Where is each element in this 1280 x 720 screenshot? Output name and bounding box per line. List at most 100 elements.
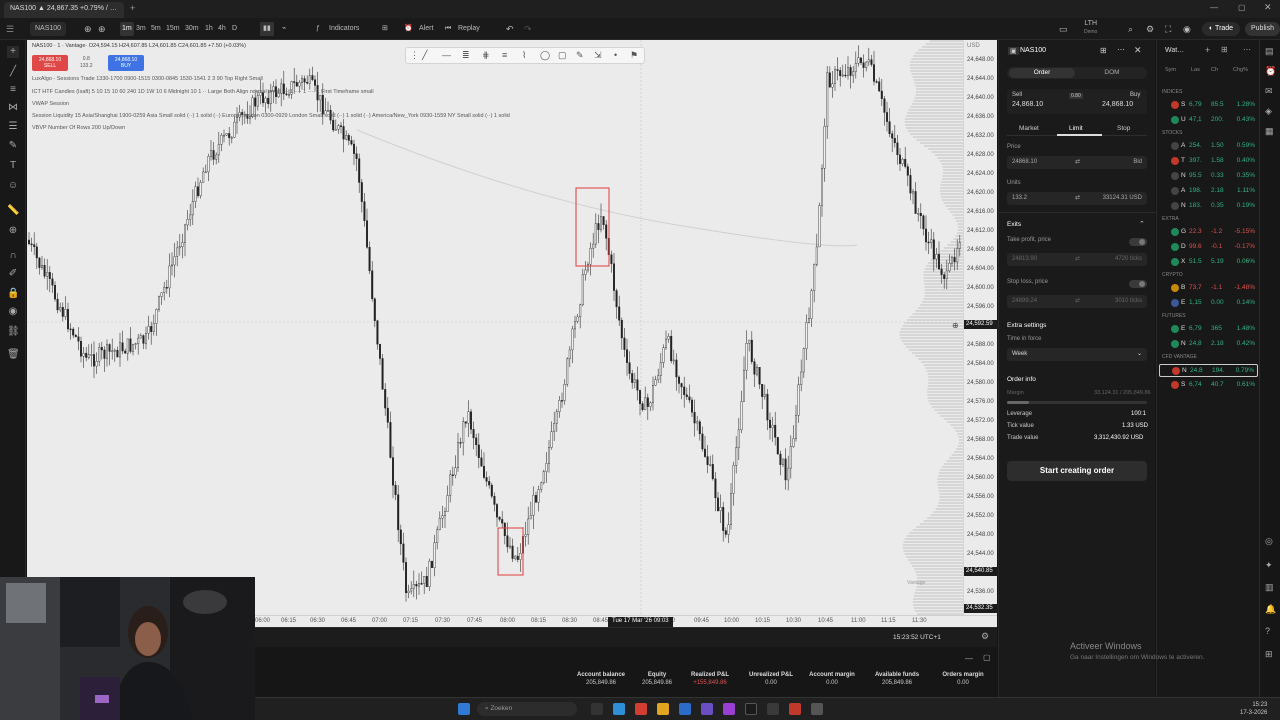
units-swap-icon[interactable]: ⇄ [1075,194,1080,201]
legend-line[interactable]: LuxAlgo - Sessions Trade 1330-1700 0900-… [32,76,263,82]
watchlist-row[interactable]: E 6,79 365 1.48% [1159,323,1258,336]
search-icon[interactable]: ⌕ [1128,22,1133,36]
timeframe-1h[interactable]: 1h [205,22,213,36]
calendar-icon[interactable]: ▦ [1265,126,1274,137]
timeframe-1m[interactable]: 1m [120,22,134,36]
browser-tab[interactable]: NAS100 ▲ 24,867.35 +0.79% / … [4,2,124,18]
app-icon[interactable] [723,703,735,715]
edge-icon[interactable] [613,703,625,715]
crosshair-plus-icon[interactable]: ⊕ [952,321,959,330]
watchlist-title[interactable]: Wat… [1165,47,1184,54]
order-type-stop[interactable]: Stop [1117,125,1130,132]
drag-handle-icon[interactable]: ⋮ [410,50,419,61]
chat-icon[interactable]: ✉ [1265,86,1273,97]
col-symbol[interactable]: Sym [1165,67,1176,73]
watchlist-row[interactable]: A 254. 1.50 0.59% [1159,140,1258,153]
stop-loss-label[interactable]: Stop loss, price [1007,279,1048,285]
buy-quick-button[interactable]: 24,868.10 BUY [108,55,144,71]
watchlist-more-icon[interactable]: ⋯ [1243,45,1251,54]
swap-icon[interactable]: ⇄ [1075,158,1080,165]
legend-line[interactable]: VWAP Session [32,101,69,107]
store-icon[interactable] [701,703,713,715]
units-label[interactable]: Units [1007,180,1021,186]
ruler-icon[interactable]: 📏 [7,205,19,217]
utc-clock[interactable]: 15:23:52 UTC+1 [893,634,941,641]
calendar-grid-icon[interactable]: ▥ [1265,582,1274,593]
apps-grid-icon[interactable]: ⊞ [1265,649,1273,660]
watchlist-section[interactable]: STOCKS [1162,130,1182,136]
emoji-icon[interactable]: ☺ [7,180,19,192]
compare-icon[interactable]: ⊕ [84,22,92,36]
line-type-icon[interactable]: ⌁ [282,22,286,36]
watchlist-row[interactable]: G 22.3 -1.2 -5.15% [1159,226,1258,239]
col-change[interactable]: Ch [1211,67,1218,73]
timeframe-15m[interactable]: 15m [166,22,180,36]
mail-icon[interactable] [679,703,691,715]
publish-button[interactable]: Publish [1245,22,1280,36]
brush-icon[interactable]: ✎ [7,140,19,152]
watchlist-layout-icon[interactable]: ⊞ [1221,45,1228,54]
watchlist-section[interactable]: CFD VANTAGE [1162,354,1197,360]
take-profit-toggle[interactable] [1129,238,1147,246]
chrome-icon[interactable] [635,703,647,715]
link-icon[interactable]: ⛓ [7,326,20,338]
ray-icon[interactable]: — [442,50,451,60]
watchlist-row[interactable]: S 6,74 40.7 0.61% [1159,379,1258,392]
legend-line[interactable]: VBVP Number Of Rows 200 Up/Down [32,125,125,131]
chevron-up-icon[interactable]: ⌃ [1139,220,1145,228]
minimize-icon[interactable]: — [1210,3,1218,12]
ellipse-icon[interactable]: ◯ [540,50,550,61]
account-selector[interactable]: LTH Demo [1084,20,1097,35]
watchlist-row[interactable]: N 183. 0.35 0.19% [1159,200,1258,213]
flag-icon[interactable]: ⚑ [630,50,638,61]
more-icon[interactable]: ⋯ [1117,45,1125,54]
watchlist-section[interactable]: INDICES [1162,89,1182,95]
media-icon[interactable] [811,703,823,715]
undo-icon[interactable]: ↶ [506,22,514,36]
terminal-icon[interactable] [767,703,779,715]
new-tab-icon[interactable]: + [130,3,135,13]
taskbar-clock[interactable]: 15:23 17-3-2026 [1240,701,1267,717]
watchlist-section[interactable]: FUTURES [1162,313,1186,319]
start-creating-order-button[interactable]: Start creating order [1007,461,1147,481]
tab-dom[interactable]: DOM [1079,68,1145,78]
line-draw-icon[interactable]: ╱ [422,50,427,61]
layout-icon[interactable]: ⊞ [382,22,388,36]
timeframe-4h[interactable]: 4h [218,22,226,36]
watchlist-row[interactable]: N 95.5 0.33 0.35% [1159,170,1258,183]
zoom-icon[interactable]: ⊕ [7,225,19,237]
replay-icon[interactable]: ⏮ [445,22,451,36]
camera-icon[interactable]: ◉ [1183,22,1191,36]
units-input[interactable]: 133.2 ⇄ 33124.31 USD [1007,192,1147,205]
watchlist-row[interactable]: N 24,8 2.18 0.42% [1159,338,1258,351]
candle-type-icon[interactable]: ▮▮ [260,22,274,36]
trade-button[interactable]: ◐ Trade [1202,22,1241,36]
timeframe-30m[interactable]: 30m [185,22,199,36]
price-scale[interactable]: USD 24,648.00 24,644.00 24,640.00 24,636.00… [963,40,998,615]
sl-swap-icon[interactable]: ⇄ [1075,297,1080,304]
fullscreen-icon[interactable]: ⛶ [1165,22,1171,36]
task-view-icon[interactable] [591,703,603,715]
tab-order[interactable]: Order [1009,68,1075,78]
bell-icon[interactable]: 🔔 [1265,604,1276,615]
symbol-search[interactable]: NAS100 [30,22,67,36]
fib-icon[interactable]: ☰ [7,121,19,133]
target-icon[interactable]: ◎ [1265,536,1273,547]
brush-draw-icon[interactable]: ✎ [576,50,584,61]
stop-loss-input[interactable]: 24899.24 ⇄ 3010 ticks [1007,295,1147,308]
add-symbol-icon[interactable]: ⊕ [98,22,106,36]
close-window-icon[interactable]: ✕ [1264,2,1272,13]
lock-icon[interactable]: 🔒 [7,288,19,300]
watchlist-row[interactable]: U 47,1 200. 0.43% [1159,114,1258,127]
watchlist-section[interactable]: CRYPTO [1162,272,1183,278]
col-last[interactable]: Las [1191,67,1200,73]
channel-icon[interactable]: ≡ [502,50,507,60]
panels-icon[interactable]: ▭ [1059,22,1068,36]
indicators-icon[interactable]: ƒ [316,22,320,36]
collapse-icon[interactable]: — [965,654,973,663]
rectangle-icon[interactable]: ▢ [558,50,567,61]
stop-loss-toggle[interactable] [1129,280,1147,288]
order-type-limit[interactable]: Limit [1069,125,1083,132]
legend-line[interactable]: Session Liquidity 15 Asia/Shanghai 1900-… [32,113,510,119]
time-axis[interactable]: 06:00 06:15 06:30 06:45 07:00 07:15 07:30 07:45… [255,615,997,627]
